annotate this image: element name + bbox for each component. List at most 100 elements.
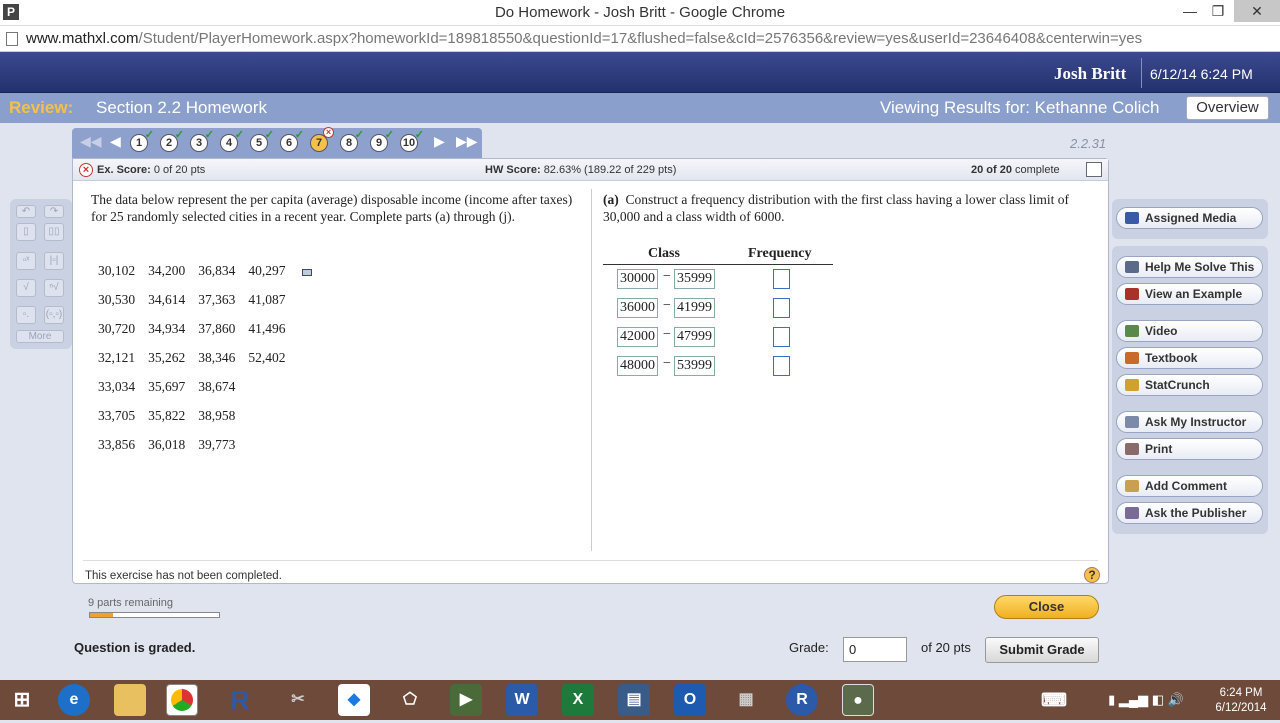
assigned-media-button[interactable]: Assigned Media xyxy=(1116,207,1263,229)
site-header: Josh Britt 6/12/14 6:24 PM xyxy=(0,52,1280,93)
data-cell xyxy=(248,408,298,437)
close-button[interactable]: Close xyxy=(994,595,1099,619)
progress-fill xyxy=(90,613,114,617)
question-1-button[interactable]: 1 ✓ xyxy=(130,129,154,152)
file-icon[interactable]: ▤ xyxy=(618,684,650,716)
question-9-button[interactable]: 9 ✓ xyxy=(370,129,394,152)
popout-icon[interactable] xyxy=(1086,162,1102,177)
url-text[interactable]: www.mathxl.com/Student/PlayerHomework.as… xyxy=(26,30,1142,47)
question-4-button[interactable]: 4 ✓ xyxy=(220,129,244,152)
chrome-icon[interactable] xyxy=(166,684,198,716)
window-close-button[interactable]: ✕ xyxy=(1234,0,1280,22)
file-explorer-icon[interactable] xyxy=(114,684,146,716)
question-10-button[interactable]: 10 ✓ xyxy=(400,129,424,152)
parts-remaining: 9 parts remaining xyxy=(88,597,173,609)
data-cell: 36,018 xyxy=(148,437,186,452)
redo-icon[interactable]: ↷ xyxy=(44,205,64,218)
question-number: 8 xyxy=(345,137,353,149)
frequency-input[interactable] xyxy=(773,327,790,347)
view-example-button[interactable]: View an Example xyxy=(1116,283,1263,305)
next-question-icon[interactable]: ▶ xyxy=(434,133,445,150)
undo-icon[interactable]: ↶ xyxy=(16,205,36,218)
question-3-button[interactable]: 3 ✓ xyxy=(190,129,214,152)
clock-date: 6/12/2014 xyxy=(1215,702,1267,714)
graded-status: Question is graded. xyxy=(74,640,196,655)
start-icon[interactable]: ⊞ xyxy=(6,684,38,716)
help-me-solve-button[interactable]: Help Me Solve This xyxy=(1116,256,1263,278)
fraction-icon[interactable]: ▯ xyxy=(16,223,36,241)
more-tools-button[interactable]: More xyxy=(16,330,64,343)
question-5-button[interactable]: 5 ✓ xyxy=(250,129,274,152)
ex-score-label: Ex. Score: xyxy=(97,164,151,176)
camtasia-icon[interactable]: ▶ xyxy=(450,684,482,716)
grade-input[interactable]: 0 xyxy=(843,637,907,662)
data-row: 30,720 34,934 37,860 41,496 xyxy=(98,321,299,350)
geogebra-icon[interactable]: ⬠ xyxy=(394,684,426,716)
sqrt-icon[interactable]: √ xyxy=(16,279,36,297)
ask-instructor-button[interactable]: Ask My Instructor xyxy=(1116,411,1263,433)
frequency-input[interactable] xyxy=(773,356,790,376)
class-upper-limit: 35999 xyxy=(674,269,715,289)
statcrunch-label: StatCrunch xyxy=(1145,378,1210,392)
video-button[interactable]: Video xyxy=(1116,320,1263,342)
address-bar[interactable]: www.mathxl.com/Student/PlayerHomework.as… xyxy=(0,26,1280,52)
print-button[interactable]: Print xyxy=(1116,438,1263,460)
frequency-input[interactable] xyxy=(773,269,790,289)
outlook-icon[interactable]: O xyxy=(674,684,706,716)
textbook-button[interactable]: Textbook xyxy=(1116,347,1263,369)
r-icon[interactable]: R xyxy=(224,684,256,716)
taskbar-clock[interactable]: 6:24 PM 6/12/2014 xyxy=(1213,686,1269,716)
excel-icon[interactable]: X xyxy=(562,684,594,716)
dropbox-icon[interactable]: ◆ xyxy=(338,684,370,716)
class-lower-limit: 42000 xyxy=(617,327,658,347)
textbook-icon xyxy=(1125,352,1139,364)
question-2-button[interactable]: 2 ✓ xyxy=(160,129,184,152)
first-question-icon[interactable]: ◀◀ xyxy=(80,133,102,150)
prev-question-icon[interactable]: ◀ xyxy=(110,133,121,150)
maximize-button[interactable]: ❐ xyxy=(1208,0,1228,22)
recorder-icon[interactable]: ● xyxy=(842,684,874,716)
check-mark-icon: ✓ xyxy=(264,129,274,141)
rstudio-icon[interactable]: R xyxy=(786,684,818,716)
data-cell: 35,697 xyxy=(148,379,186,394)
comment-icon xyxy=(1125,480,1139,492)
question-8-button[interactable]: 8 ✓ xyxy=(340,129,364,152)
class-dash: − xyxy=(663,298,671,313)
submit-grade-button[interactable]: Submit Grade xyxy=(985,637,1099,663)
last-question-icon[interactable]: ▶▶ xyxy=(456,133,478,150)
exponent-icon[interactable]: ▫ˣ xyxy=(16,252,36,270)
mixed-fraction-icon[interactable]: ▯▯ xyxy=(44,223,64,241)
add-comment-button[interactable]: Add Comment xyxy=(1116,475,1263,497)
video-label: Video xyxy=(1145,324,1178,338)
absolute-value-icon[interactable]: |▫| xyxy=(44,252,64,270)
frequency-input[interactable] xyxy=(773,298,790,318)
data-row: 33,034 35,697 38,674 xyxy=(98,379,299,408)
data-cell: 33,034 xyxy=(98,379,136,394)
question-7-button[interactable]: 7 × xyxy=(310,127,334,152)
view-example-label: View an Example xyxy=(1145,287,1243,301)
subscript-icon[interactable]: ▫. xyxy=(16,306,36,324)
frequency-column-header: Frequency xyxy=(748,246,812,261)
publisher-icon xyxy=(1125,507,1139,519)
ask-publisher-button[interactable]: Ask the Publisher xyxy=(1116,502,1263,524)
help-icon[interactable]: ? xyxy=(1084,567,1100,583)
header-divider xyxy=(1141,58,1142,88)
statcrunch-button[interactable]: StatCrunch xyxy=(1116,374,1263,396)
nth-root-icon[interactable]: ⁿ√ xyxy=(44,279,64,297)
grade-total: of 20 pts xyxy=(921,640,971,655)
word-icon[interactable]: W xyxy=(506,684,538,716)
question-6-button[interactable]: 6 ✓ xyxy=(280,129,304,152)
copy-data-icon[interactable] xyxy=(302,269,312,276)
internet-explorer-icon[interactable]: e xyxy=(58,684,90,716)
minimize-button[interactable]: — xyxy=(1180,0,1200,22)
column-divider xyxy=(591,189,592,551)
overview-button[interactable]: Overview xyxy=(1186,96,1269,120)
data-cell: 38,346 xyxy=(198,350,236,365)
ordered-pair-icon[interactable]: (▫,▫) xyxy=(44,306,64,324)
add-comment-label: Add Comment xyxy=(1145,479,1227,493)
snipping-tool-icon[interactable]: ✂ xyxy=(282,684,314,716)
keyboard-icon[interactable]: ⌨ xyxy=(1040,684,1068,716)
statcrunch-icon xyxy=(1125,379,1139,391)
system-tray-icons[interactable]: ▮ ▂▄▆ ◧ 🔊 xyxy=(1106,684,1186,716)
calculator-icon[interactable]: ▦ xyxy=(730,684,762,716)
